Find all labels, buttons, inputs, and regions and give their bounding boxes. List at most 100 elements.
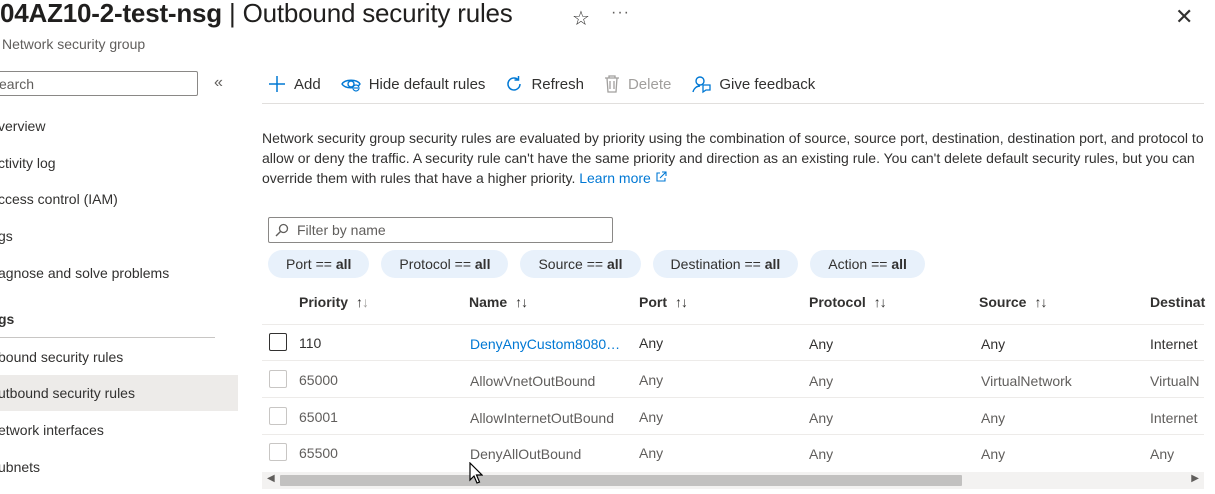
sort-arrows-icon: ↑↓ [1034,294,1047,310]
row-checkbox[interactable] [269,443,287,461]
cell-port: Any [639,372,664,388]
cell-priority: 110 [299,335,322,351]
pill-value: all [606,256,623,272]
column-header-name[interactable]: Name ↑↓ [469,294,528,310]
favorite-star-icon[interactable]: ☆ [572,6,590,31]
sort-arrows-icon: ↑↓ [515,294,528,310]
pill-value: all [764,256,781,272]
nav-item-access-control[interactable]: ccess control (IAM) [0,181,238,217]
header-divider [262,324,1204,325]
nav-item-subnets[interactable]: ubnets [0,449,238,485]
collapse-nav-icon[interactable]: « [214,74,223,92]
nav-item-inbound-rules[interactable]: bound security rules [0,339,238,375]
column-header-priority[interactable]: Priority ↑↓ [299,294,369,310]
row-checkbox[interactable] [269,370,287,388]
cell-destination: Internet [1150,336,1198,352]
toolbar-divider [262,103,1204,104]
column-header-destination[interactable]: Destinat [1150,294,1205,310]
external-link-icon [656,171,667,182]
cell-port: Any [639,409,664,425]
column-header-port[interactable]: Port ↑↓ [639,294,688,310]
pill-key: Destination == [670,256,765,272]
cell-destination: Any [1150,446,1175,462]
sort-arrows-icon: ↑↓ [675,294,688,310]
description-body: Network security group security rules ar… [262,130,1204,186]
rule-name-link[interactable]: DenyAnyCustom8080… [470,336,630,352]
nav-item-diagnose[interactable]: agnose and solve problems [0,255,238,291]
pill-key: Port == [286,256,336,272]
filter-pill-source[interactable]: Source == all [520,250,641,278]
column-header-protocol[interactable]: Protocol ↑↓ [809,294,887,310]
column-label: Destinat [1150,294,1206,310]
cell-port: Any [639,445,664,461]
filter-pill-protocol[interactable]: Protocol == all [381,250,509,278]
close-icon[interactable]: ✕ [1175,4,1193,30]
cell-name: AllowVnetOutBound [470,373,596,389]
cell-name: AllowInternetOutBound [470,410,614,426]
description-text: Network security group security rules ar… [262,128,1204,188]
give-feedback-label: Give feedback [719,75,816,93]
row-checkbox[interactable] [269,407,287,425]
row-divider [262,397,1204,398]
nav-search-field[interactable] [0,71,198,96]
nav-item-network-interfaces[interactable]: etwork interfaces [0,412,238,448]
pill-value: all [335,256,352,272]
filter-pills: Port == all Protocol == all Source == al… [268,250,937,278]
column-label: Protocol [809,294,866,310]
filter-pill-destination[interactable]: Destination == all [652,250,799,278]
pill-key: Source == [538,256,607,272]
trash-icon [604,75,620,93]
horizontal-scrollbar[interactable]: ◀ ▶ [262,472,1204,489]
scroll-right-icon[interactable]: ▶ [1191,473,1199,484]
nav-item-activity-log[interactable]: ctivity log [0,145,238,181]
sort-arrows-icon: ↑↓ [356,294,369,310]
delete-button-label: Delete [627,75,672,93]
mouse-pointer-icon [469,461,484,489]
add-button[interactable]: Add [268,75,321,93]
cell-priority: 65001 [299,409,338,425]
nav-item-outbound-rules[interactable]: utbound security rules [0,375,238,411]
refresh-button-label: Refresh [531,75,584,93]
scroll-left-icon[interactable]: ◀ [267,473,275,484]
column-label: Name [469,294,508,310]
feedback-icon [691,74,711,94]
refresh-icon [505,75,523,93]
column-label: Priority [299,294,349,310]
filter-by-name-input[interactable] [295,221,599,239]
command-bar: Add Hide default rules Refresh Delete Gi… [268,72,835,96]
pill-value: all [474,256,491,272]
pill-key: Action == [828,256,892,272]
row-checkbox[interactable] [269,333,287,351]
column-header-source[interactable]: Source ↑↓ [979,294,1047,310]
nav-item-tags[interactable]: gs [0,218,238,254]
page-subtitle: Network security group [2,36,146,52]
hide-default-rules-button[interactable]: Hide default rules [340,75,485,93]
refresh-button[interactable]: Refresh [505,75,584,93]
cell-port: Any [639,335,664,351]
page-name: | Outbound security rules [222,0,513,28]
eye-hide-icon [340,75,361,93]
cell-priority: 65000 [299,372,338,388]
cell-protocol: Any [809,410,834,426]
resource-name: 04AZ10-2-test-nsg [0,0,222,28]
filter-pill-action[interactable]: Action == all [810,250,925,278]
cell-protocol: Any [809,373,834,389]
cell-protocol: Any [809,336,834,352]
row-divider [262,434,1204,435]
add-button-label: Add [294,75,321,93]
column-label: Source [979,294,1027,310]
page-title: 04AZ10-2-test-nsg | Outbound security ru… [0,0,513,29]
filter-by-name-field[interactable] [268,217,613,243]
more-options-icon[interactable]: ··· [611,4,630,22]
cell-source: VirtualNetwork [981,373,1072,389]
filter-pill-port[interactable]: Port == all [268,250,370,278]
nav-item-overview[interactable]: verview [0,108,238,144]
pill-key: Protocol == [399,256,475,272]
scrollbar-thumb[interactable] [280,475,962,486]
row-divider [262,360,1204,361]
give-feedback-button[interactable]: Give feedback [691,74,815,94]
column-label: Port [639,294,667,310]
nav-search-input[interactable] [0,73,189,94]
delete-button[interactable]: Delete [604,75,671,93]
learn-more-link[interactable]: Learn more [579,170,667,186]
